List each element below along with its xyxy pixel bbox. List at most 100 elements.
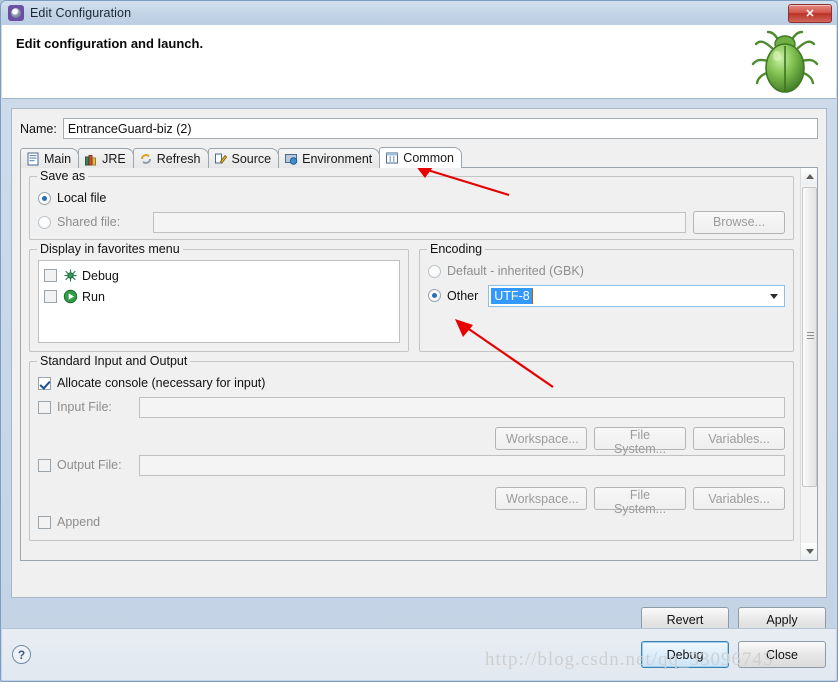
name-label: Name: [20, 121, 57, 136]
source-pencil-icon [214, 153, 227, 164]
tab-jre[interactable]: JRE [78, 148, 134, 168]
tab-refresh-label: Refresh [156, 151, 201, 166]
encoding-other-row: Other UTF-8 [428, 282, 785, 309]
tab-source-label: Source [231, 151, 272, 166]
debug-favorite-label: Debug [82, 268, 119, 283]
common-tab-pane: Save as Local file Shared file: Browse..… [20, 167, 818, 561]
local-file-row: Local file [38, 187, 785, 209]
encoding-group: Encoding Default - inherited (GBK) Other… [419, 242, 794, 352]
save-as-group: Save as Local file Shared file: Browse..… [29, 169, 794, 240]
input-file-row: Input File: [38, 394, 785, 420]
encoding-other-radio[interactable] [428, 289, 441, 302]
favorites-legend: Display in favorites menu [37, 242, 183, 256]
run-play-icon [63, 289, 78, 304]
scroll-down-button[interactable] [801, 543, 817, 560]
output-variables-button[interactable]: Variables... [693, 487, 785, 510]
scrollbar-grip-icon [807, 332, 814, 342]
input-file-system-button[interactable]: File System... [594, 427, 686, 456]
triangle-up-icon [805, 174, 814, 179]
name-input[interactable] [62, 118, 818, 139]
dialog-body: Name: Main [1, 99, 837, 652]
output-file-buttons: Workspace... File System... Variables... [38, 487, 785, 516]
input-variables-button[interactable]: Variables... [693, 427, 785, 450]
favorites-group: Display in favorites menu Debug Run [29, 242, 409, 352]
input-file-checkbox[interactable] [38, 400, 51, 414]
save-as-legend: Save as [37, 169, 89, 183]
allocate-console-label: Allocate console (necessary for input) [57, 376, 266, 390]
encoding-default-row: Default - inherited (GBK) [428, 260, 785, 282]
allocate-console-row: Allocate console (necessary for input) [38, 372, 785, 394]
tab-source[interactable]: Source [207, 148, 280, 168]
encoding-combo-value: UTF-8 [491, 287, 533, 304]
refresh-arrows-icon [140, 153, 151, 164]
tab-jre-label: JRE [102, 151, 126, 166]
output-file-checkbox[interactable] [38, 458, 51, 472]
append-row: Append [38, 510, 785, 534]
tab-environment[interactable]: Environment [278, 148, 381, 168]
list-item[interactable]: Debug [44, 265, 394, 286]
common-tab-content: Save as Local file Shared file: Browse..… [21, 168, 800, 560]
launch-config-icon [8, 5, 24, 21]
encoding-legend: Encoding [427, 242, 486, 256]
help-icon[interactable]: ? [12, 645, 31, 664]
document-icon [27, 152, 39, 165]
footer-buttons: Debug Close [641, 641, 826, 668]
scrollbar-thumb[interactable] [802, 187, 817, 487]
shared-file-input[interactable] [153, 211, 686, 233]
common-window-icon [386, 152, 399, 164]
output-file-label: Output File: [57, 458, 122, 472]
edit-configuration-dialog: Edit Configuration ✕ Edit configuration … [0, 0, 838, 682]
run-favorite-checkbox[interactable] [44, 290, 57, 303]
encoding-default-label: Default - inherited (GBK) [447, 264, 584, 278]
tab-main-label: Main [44, 151, 72, 166]
environment-icon [285, 153, 298, 165]
tab-common[interactable]: Common [379, 147, 463, 168]
input-file-input[interactable] [139, 396, 785, 418]
close-icon[interactable]: ✕ [788, 4, 832, 23]
output-file-system-button[interactable]: File System... [594, 487, 686, 516]
encoding-default-radio[interactable] [428, 264, 441, 278]
local-file-radio[interactable] [38, 191, 51, 205]
encoding-combo[interactable]: UTF-8 [488, 284, 785, 307]
title-bar: Edit Configuration ✕ [1, 1, 837, 25]
allocate-console-checkbox[interactable] [38, 376, 51, 390]
encoding-other-label: Other [447, 288, 479, 303]
append-label: Append [57, 515, 101, 529]
output-file-row: Output File: [38, 450, 785, 480]
tab-environment-label: Environment [302, 151, 373, 166]
browse-button[interactable]: Browse... [693, 210, 785, 234]
output-file-input[interactable] [139, 454, 785, 476]
scroll-up-button[interactable] [801, 168, 817, 185]
favorites-encoding-row: Display in favorites menu Debug Run Enco… [29, 242, 794, 361]
configuration-panel: Name: Main [11, 108, 827, 598]
favorites-list[interactable]: Debug Run [38, 260, 400, 343]
tab-bar: Main JRE Refresh Source Environment Comm… [20, 147, 818, 168]
shared-file-row: Shared file: Browse... [38, 209, 785, 235]
output-workspace-button[interactable]: Workspace... [495, 487, 587, 510]
close-button[interactable]: Close [738, 641, 826, 668]
standard-io-legend: Standard Input and Output [37, 354, 191, 368]
tab-refresh[interactable]: Refresh [132, 148, 209, 168]
input-file-label: Input File: [57, 400, 112, 414]
debug-bug-icon [64, 269, 77, 282]
list-item[interactable]: Run [44, 286, 394, 307]
input-workspace-button[interactable]: Workspace... [495, 427, 587, 450]
run-favorite-label: Run [82, 289, 105, 304]
debug-favorite-checkbox[interactable] [44, 269, 57, 282]
debug-button[interactable]: Debug [641, 641, 729, 668]
tab-main[interactable]: Main [20, 148, 80, 168]
banner-title: Edit configuration and launch. [16, 36, 204, 51]
dialog-footer: ? Debug Close [2, 628, 836, 680]
name-row: Name: [20, 117, 818, 140]
input-file-buttons: Workspace... File System... Variables... [38, 427, 785, 456]
books-icon [85, 154, 97, 165]
triangle-down-icon [805, 549, 814, 554]
local-file-label: Local file [57, 191, 107, 205]
shared-file-radio[interactable] [38, 215, 51, 229]
chevron-down-icon[interactable] [770, 293, 778, 299]
window-title: Edit Configuration [30, 6, 132, 20]
vertical-scrollbar[interactable] [800, 168, 817, 560]
green-bug-icon [751, 30, 819, 93]
append-checkbox[interactable] [38, 515, 51, 529]
standard-io-group: Standard Input and Output Allocate conso… [29, 354, 794, 541]
